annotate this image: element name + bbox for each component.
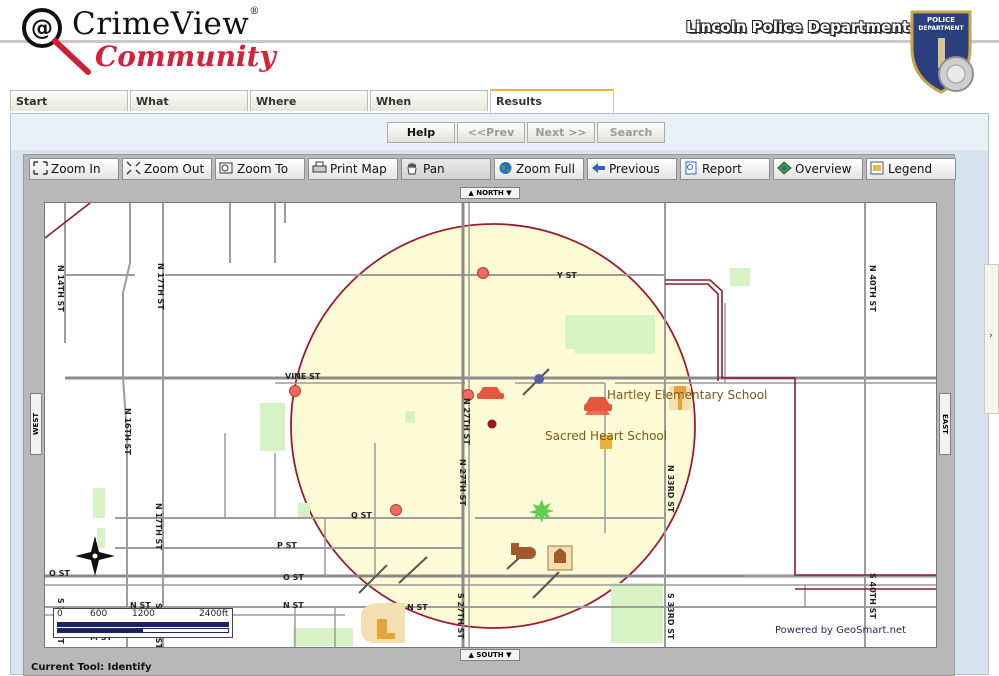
chevron-right-icon: ›	[989, 331, 993, 341]
logo-title: CrimeView®	[72, 6, 260, 42]
street-label: Q ST	[351, 511, 372, 520]
search-button[interactable]: Search	[597, 122, 665, 143]
map-toolbar: Zoom In Zoom Out Zoom To Print Map Pan Z…	[27, 158, 956, 182]
zoom-in-button[interactable]: Zoom In	[29, 158, 119, 180]
zoom-full-button[interactable]: Zoom Full	[494, 158, 584, 180]
tab-what[interactable]: What	[130, 90, 248, 111]
printer-icon	[312, 161, 327, 173]
street-labels: Y ST VINE ST Q ST P ST O ST O ST N ST N …	[45, 203, 936, 647]
place-label-hartley[interactable]: Hartley Elementary School	[607, 388, 767, 402]
globe-icon	[499, 162, 512, 174]
overview-button[interactable]: Overview	[773, 158, 863, 180]
pan-east-button[interactable]: EAST	[939, 393, 951, 455]
svg-text:@: @	[31, 16, 53, 41]
street-label: N 27TH ST	[458, 459, 467, 506]
arrow-left-icon	[592, 163, 605, 173]
help-button[interactable]: Help	[387, 122, 455, 143]
legend-button[interactable]: Legend	[866, 158, 956, 180]
street-label: S 27TH ST	[456, 593, 465, 639]
print-map-button[interactable]: Print Map	[308, 158, 398, 180]
street-label: S 33RD ST	[666, 593, 675, 640]
street-label: N 27TH ST	[462, 398, 471, 445]
results-panel: Help <<Prev Next >> Search Zoom In Zoom …	[10, 113, 989, 676]
police-badge-icon: POLICE DEPARTMENT	[910, 10, 974, 94]
tab-when[interactable]: When	[370, 90, 488, 111]
side-panel-toggle[interactable]: ›	[984, 264, 999, 414]
svg-text:DEPARTMENT: DEPARTMENT	[918, 25, 964, 32]
street-label: N ST	[283, 601, 304, 610]
pan-button[interactable]: Pan	[401, 158, 491, 180]
current-tool-status: Current Tool: Identify	[31, 662, 152, 673]
next-button[interactable]: Next >>	[527, 122, 595, 143]
scale-bar: 0 600 1200 2400ft	[53, 608, 233, 638]
legend-icon	[870, 161, 884, 175]
hand-icon	[407, 162, 417, 175]
street-label: O ST	[283, 573, 304, 582]
department-name: Lincoln Police Department	[686, 18, 910, 36]
zoom-in-icon	[33, 161, 48, 175]
street-label: N ST	[407, 603, 428, 612]
street-label: S 40TH ST	[868, 573, 877, 619]
overview-icon	[777, 161, 792, 175]
report-icon	[685, 161, 697, 175]
header: @ CrimeView® Community Lincoln Police De…	[0, 0, 999, 94]
zoom-out-button[interactable]: Zoom Out	[122, 158, 212, 180]
prev-button[interactable]: <<Prev	[457, 122, 525, 143]
wizard-nav: Help <<Prev Next >> Search	[11, 114, 988, 150]
street-label: N 16TH ST	[123, 408, 132, 455]
pan-south-button[interactable]: ▲ SOUTH ▼	[460, 649, 520, 661]
street-label: N 17TH ST	[156, 263, 165, 310]
street-label: O ST	[49, 569, 70, 578]
tab-where[interactable]: Where	[250, 90, 368, 111]
logo-subtitle: Community	[95, 40, 276, 73]
street-label: N 40TH ST	[868, 265, 877, 312]
street-label: N 17TH ST	[154, 503, 163, 550]
map-frame: Zoom In Zoom Out Zoom To Print Map Pan Z…	[23, 154, 956, 676]
pan-north-button[interactable]: ▲ NORTH ▼	[460, 187, 520, 199]
street-label: P ST	[277, 541, 297, 550]
street-label: N 14TH ST	[56, 265, 65, 312]
tab-start[interactable]: Start	[10, 90, 128, 111]
zoom-out-icon	[126, 161, 141, 175]
place-label-sacred-heart[interactable]: Sacred Heart School	[545, 429, 667, 443]
svg-text:POLICE: POLICE	[927, 16, 955, 24]
map-credit[interactable]: Powered by GeoSmart.net	[775, 625, 906, 636]
zoom-to-button[interactable]: Zoom To	[215, 158, 305, 180]
street-label: N 33RD ST	[666, 465, 675, 513]
street-label: Y ST	[557, 271, 577, 280]
pan-west-button[interactable]: WEST	[30, 393, 42, 455]
tab-results[interactable]: Results	[490, 89, 614, 113]
street-label: VINE ST	[285, 372, 321, 381]
previous-extent-button[interactable]: Previous	[587, 158, 677, 180]
crime-map[interactable]: Y ST VINE ST Q ST P ST O ST O ST N ST N …	[44, 202, 937, 648]
zoom-to-icon	[219, 162, 233, 174]
report-button[interactable]: Report	[680, 158, 770, 180]
